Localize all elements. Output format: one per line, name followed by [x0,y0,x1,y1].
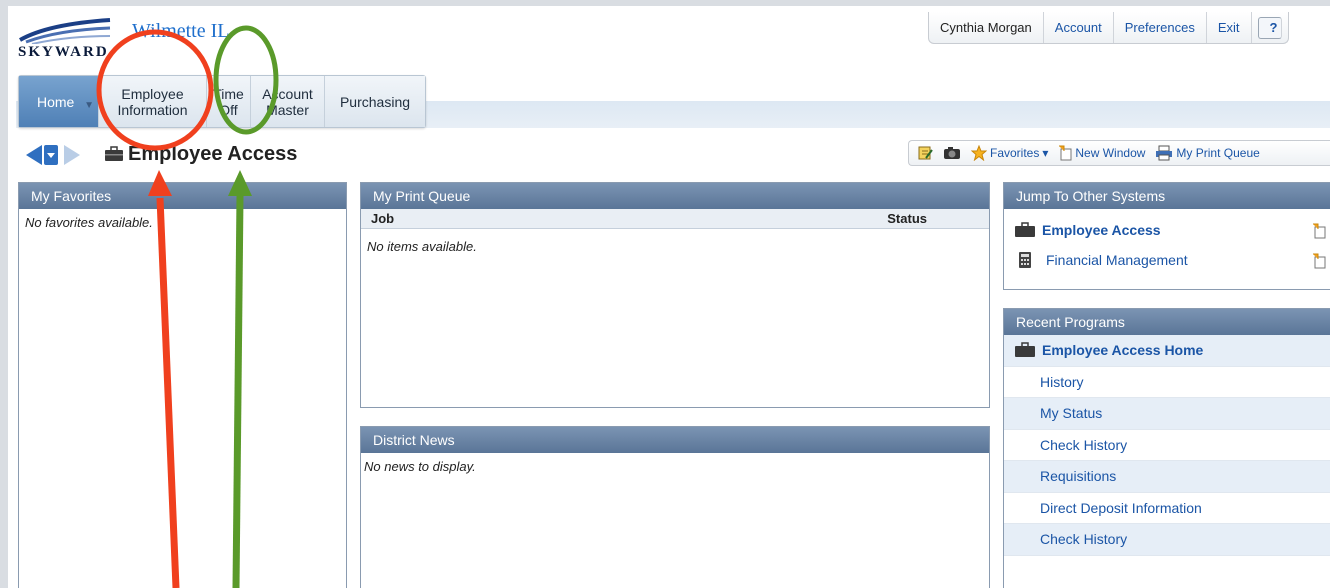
tab-time-off[interactable]: Time Off [207,76,251,127]
jump-item-employee-access[interactable]: Employee Access [1004,215,1330,245]
column-job[interactable]: Job [371,209,394,228]
print-queue-columns: Job Status [361,209,989,229]
calculator-icon [1019,252,1031,268]
user-menu: Cynthia Morgan Account Preferences Exit … [928,12,1289,44]
new-window-label: New Window [1075,146,1146,160]
favorites-panel-title: My Favorites [19,183,346,209]
tab-purchasing[interactable]: Purchasing [325,76,425,127]
jump-item-label: Financial Management [1046,252,1188,268]
print-queue-panel: My Print Queue Job Status No items avail… [360,182,990,408]
app-frame: SKYWARD Wilmette IL Cynthia Morgan Accou… [0,0,1330,588]
camera-icon [944,147,960,159]
new-window-icon [1059,145,1072,161]
jump-systems-panel: Jump To Other Systems Employee Access Fi… [1003,182,1330,290]
favorites-label: Favorites [990,146,1040,160]
printer-icon [1156,145,1173,161]
recent-item-label: Employee Access Home [1042,341,1204,358]
new-window-icon[interactable] [1312,253,1326,269]
logo-text: SKYWARD [18,44,109,60]
page-title: Employee Access [128,143,298,165]
help-icon: ? [1257,16,1282,39]
favorites-menu[interactable]: Favorites ▾ [971,145,1048,161]
recent-item-direct-deposit-information[interactable]: Direct Deposit Information [1004,493,1330,524]
print-queue-panel-title: My Print Queue [361,183,989,209]
recent-item-my-status[interactable]: My Status [1004,398,1330,430]
new-window-icon[interactable] [1312,223,1326,239]
recent-item-employee-access-home[interactable]: Employee Access Home [1004,335,1330,367]
chevron-down-icon[interactable]: ▼ [84,98,94,114]
recent-programs-panel: Recent Programs Employee Access Home His… [1003,308,1330,588]
main-tabs: Home ▼ Employee Information Time Off Acc… [18,75,426,128]
recent-programs-panel-title: Recent Programs [1004,309,1330,335]
jump-systems-panel-title: Jump To Other Systems [1004,183,1330,209]
print-queue-empty-text: No items available. [367,239,477,254]
recent-item-history[interactable]: History [1004,367,1330,398]
column-status[interactable]: Status [887,209,927,228]
recent-item-check-history[interactable]: Check History [1004,430,1330,461]
forward-arrow-icon[interactable] [64,145,80,165]
notes-button[interactable] [917,145,933,161]
tab-employee-information[interactable]: Employee Information [99,76,207,127]
new-window-button[interactable]: New Window [1058,145,1145,161]
skyward-logo[interactable]: SKYWARD [18,18,118,70]
star-icon [971,145,987,161]
briefcase-icon [105,146,123,161]
jump-item-financial-management[interactable]: Financial Management [1004,245,1330,275]
district-news-panel-title: District News [361,427,989,453]
briefcase-icon [1015,222,1035,237]
tab-home-label: Home [37,93,75,110]
account-link[interactable]: Account [1044,12,1114,43]
briefcase-icon [1015,342,1035,358]
tab-account-master[interactable]: Account Master [251,76,325,127]
tab-home[interactable]: Home ▼ [19,76,99,127]
history-nav [26,145,80,165]
print-queue-label: My Print Queue [1176,146,1260,160]
print-queue-button[interactable]: My Print Queue [1155,145,1260,161]
exit-link[interactable]: Exit [1207,12,1252,43]
district-news-panel: District News No news to display. [360,426,990,588]
favorites-empty-text: No favorites available. [25,215,153,230]
district-news-empty-text: No news to display. [364,459,476,474]
back-arrow-icon[interactable] [26,145,42,165]
page-toolbar: Favorites ▾ New Window My Print Queue [908,140,1330,166]
preferences-link[interactable]: Preferences [1114,12,1207,43]
chevron-down-icon: ▾ [1042,146,1049,160]
help-button[interactable]: ? [1252,12,1288,43]
jump-item-label: Employee Access [1042,222,1161,238]
notepad-icon [918,146,933,160]
recent-item-check-history-2[interactable]: Check History [1004,524,1330,556]
history-dropdown-icon[interactable] [44,145,58,165]
site-name: Wilmette IL [132,20,230,42]
recent-item-requisitions[interactable]: Requisitions [1004,461,1330,493]
screenshot-button[interactable] [943,146,961,160]
user-name: Cynthia Morgan [929,12,1044,43]
favorites-panel: My Favorites No favorites available. [18,182,347,588]
